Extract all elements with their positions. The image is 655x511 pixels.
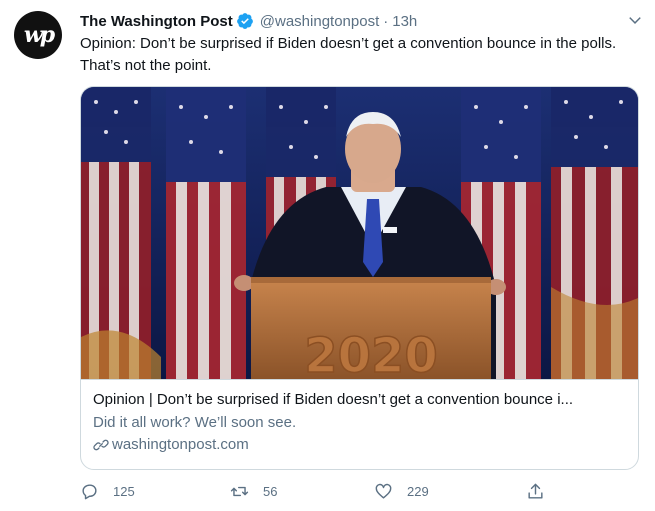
card-domain[interactable]: washingtonpost.com: [93, 434, 628, 456]
avatar[interactable]: wp: [14, 11, 62, 59]
retweet-count: 56: [263, 484, 278, 499]
like-button[interactable]: 229: [374, 482, 429, 501]
heart-icon: [375, 483, 392, 499]
verified-badge-icon: [236, 13, 253, 29]
reply-icon: [82, 484, 97, 500]
retweet-button[interactable]: 56: [230, 482, 277, 501]
tweet-timestamp[interactable]: 13h: [392, 13, 417, 30]
tweet-header: The Washington Post @washingtonpost · 13…: [80, 10, 637, 32]
reply-button[interactable]: 125: [80, 482, 135, 501]
link-card[interactable]: 2020 Opinion | Don’t be surprised if Bid…: [80, 86, 639, 470]
card-image[interactable]: 2020: [81, 87, 639, 379]
card-description: Did it all work? We’ll soon see.: [93, 414, 297, 431]
retweet-icon: [230, 486, 249, 497]
user-handle[interactable]: @washingtonpost: [260, 13, 379, 30]
separator-dot: ·: [383, 12, 389, 30]
tweet-actions: 125 56 229: [80, 482, 560, 504]
tweet[interactable]: wp The Washington Post @washingtonpost ·…: [0, 0, 655, 511]
card-title[interactable]: Opinion | Don’t be surprised if Biden do…: [93, 390, 628, 410]
card-body[interactable]: Opinion | Don’t be surprised if Biden do…: [81, 379, 638, 469]
washington-post-logo: wp: [23, 22, 55, 48]
more-options-button[interactable]: [625, 10, 645, 30]
card-domain-text[interactable]: washingtonpost.com: [112, 434, 249, 456]
tweet-text: Opinion: Don’t be surprised if Biden doe…: [80, 35, 617, 74]
share-button[interactable]: [526, 482, 559, 501]
display-name[interactable]: The Washington Post: [80, 13, 233, 30]
chevron-down-icon: [629, 17, 641, 24]
podium: 2020: [251, 277, 491, 379]
share-icon: [528, 483, 543, 499]
reply-count: 125: [113, 484, 135, 499]
like-count: 229: [407, 484, 429, 499]
podium-2020-text: 2020: [304, 328, 438, 379]
link-icon: [93, 439, 109, 451]
